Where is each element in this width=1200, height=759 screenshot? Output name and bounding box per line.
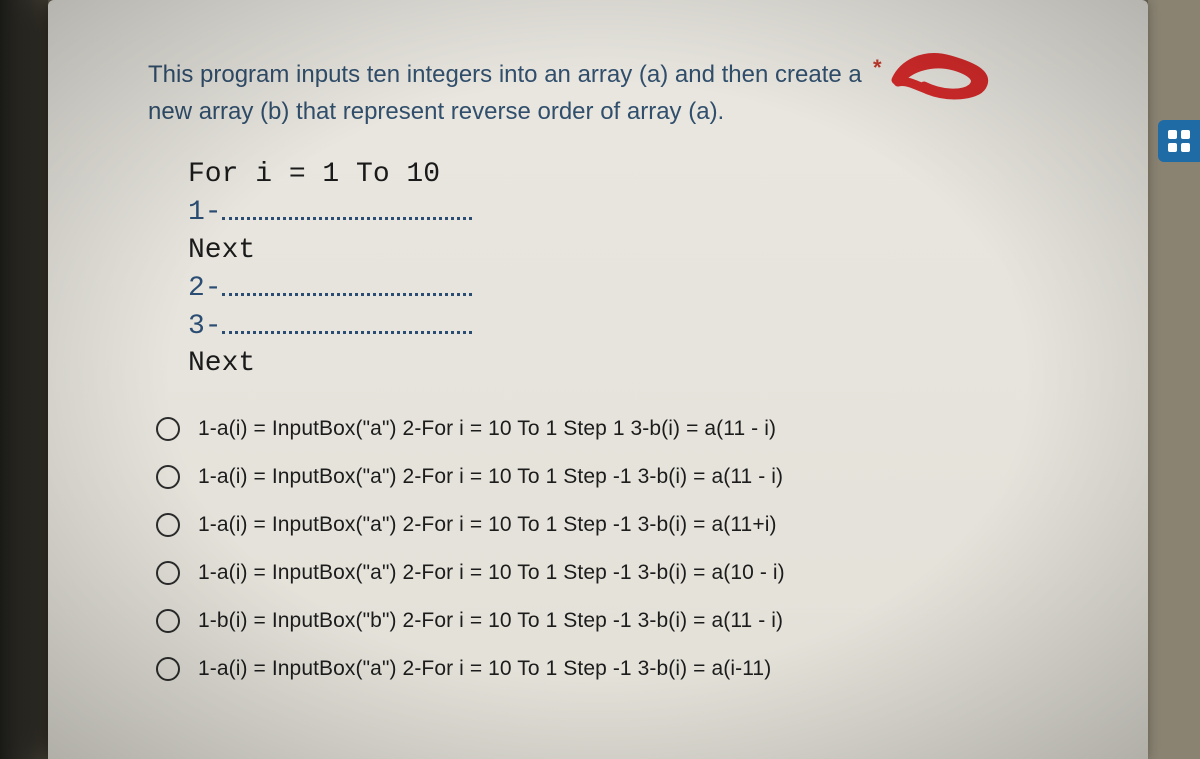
- options-group: 1-a(i) = InputBox("a") 2-For i = 10 To 1…: [152, 405, 1058, 693]
- option-label: 1-a(i) = InputBox("a") 2-For i = 10 To 1…: [198, 561, 785, 585]
- option-1[interactable]: 1-a(i) = InputBox("a") 2-For i = 10 To 1…: [152, 405, 1058, 453]
- option-label: 1-a(i) = InputBox("a") 2-For i = 10 To 1…: [198, 513, 777, 537]
- radio-icon: [156, 513, 180, 537]
- option-5[interactable]: 1-b(i) = InputBox("b") 2-For i = 10 To 1…: [152, 597, 1058, 645]
- code-blank-2: 2-: [188, 270, 1058, 308]
- question-page: This program inputs ten integers into an…: [48, 0, 1148, 759]
- option-label: 1-a(i) = InputBox("a") 2-For i = 10 To 1…: [198, 657, 771, 681]
- option-4[interactable]: 1-a(i) = InputBox("a") 2-For i = 10 To 1…: [152, 549, 1058, 597]
- option-label: 1-b(i) = InputBox("b") 2-For i = 10 To 1…: [198, 609, 783, 633]
- radio-icon: [156, 465, 180, 489]
- grid-view-button[interactable]: [1158, 120, 1200, 162]
- option-2[interactable]: 1-a(i) = InputBox("a") 2-For i = 10 To 1…: [152, 453, 1058, 501]
- radio-icon: [156, 609, 180, 633]
- handwritten-scribble-icon: [888, 40, 998, 108]
- option-6[interactable]: 1-a(i) = InputBox("a") 2-For i = 10 To 1…: [152, 645, 1058, 693]
- code-blank-3: 3-: [188, 308, 1058, 346]
- radio-icon: [156, 417, 180, 441]
- book-spine: [0, 0, 48, 759]
- radio-icon: [156, 561, 180, 585]
- code-block: For i = 1 To 10 1- Next 2- 3- Next: [188, 156, 1058, 383]
- option-3[interactable]: 1-a(i) = InputBox("a") 2-For i = 10 To 1…: [152, 501, 1058, 549]
- radio-icon: [156, 657, 180, 681]
- required-asterisk: *: [873, 55, 882, 81]
- code-line-next-1: Next: [188, 232, 1058, 270]
- option-label: 1-a(i) = InputBox("a") 2-For i = 10 To 1…: [198, 417, 776, 441]
- code-blank-1: 1-: [188, 194, 1058, 232]
- grid-icon: [1168, 130, 1190, 152]
- question-text: This program inputs ten integers into an…: [148, 56, 898, 130]
- code-line-for: For i = 1 To 10: [188, 156, 1058, 194]
- option-label: 1-a(i) = InputBox("a") 2-For i = 10 To 1…: [198, 465, 783, 489]
- code-line-next-2: Next: [188, 345, 1058, 383]
